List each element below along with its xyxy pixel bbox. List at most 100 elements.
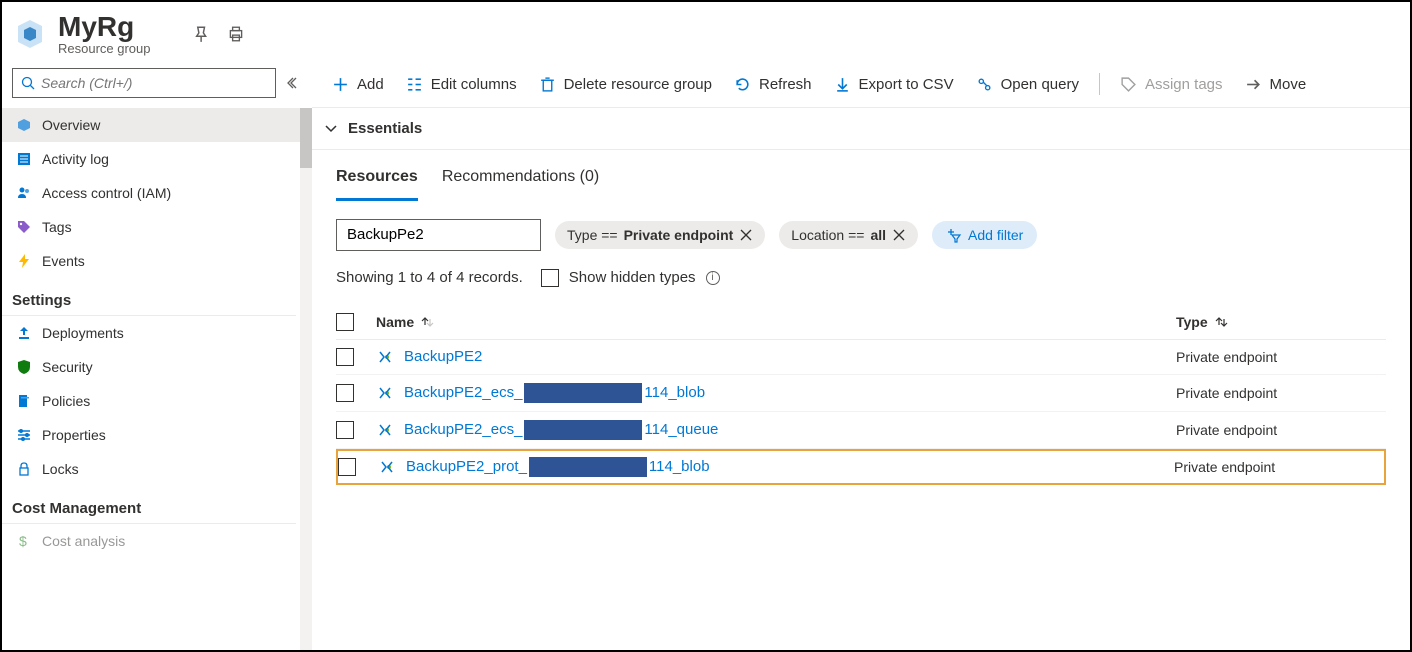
essentials-toggle[interactable]: Essentials [312,108,1410,150]
page-subtitle: Resource group [58,41,151,56]
table-row[interactable]: BackupPE2_ecs_114_queue Private endpoint [336,412,1386,449]
close-icon[interactable] [739,228,753,242]
scrollbar-thumb[interactable] [300,108,312,168]
table-row[interactable]: BackupPE2_ecs_114_blob Private endpoint [336,375,1386,412]
cube-icon [16,117,32,133]
chevron-down-icon [324,121,338,135]
pin-icon[interactable] [191,25,209,43]
svg-text:$: $ [19,533,27,549]
sidebar-section-cost: Cost Management [2,486,296,524]
tab-resources[interactable]: Resources [336,168,418,201]
download-icon [834,76,851,93]
filter-pill-type[interactable]: Type == Private endpoint [555,221,765,249]
sidebar-item-overview[interactable]: Overview [2,108,300,142]
plus-icon [332,76,349,93]
resource-type: Private endpoint [1176,385,1386,401]
refresh-button[interactable]: Refresh [726,72,820,97]
search-icon [21,76,35,90]
sidebar-item-security[interactable]: Security [2,350,300,384]
close-icon[interactable] [892,228,906,242]
resource-group-icon [14,18,46,50]
scrollbar[interactable] [300,108,312,650]
table-header: Name Type [336,305,1386,340]
sidebar-item-tags[interactable]: Tags [2,210,300,244]
assign-tags-button: Assign tags [1112,72,1231,97]
search-input[interactable] [41,75,267,91]
page-title: MyRg [58,12,151,43]
log-icon [16,151,32,167]
table-body: BackupPE2Private endpointBackupPE2_ecs_1… [336,340,1386,485]
filter-pill-location[interactable]: Location == all [779,221,918,249]
sidebar-item-label: Overview [42,117,100,133]
sidebar-item-locks[interactable]: Locks [2,452,300,486]
sidebar-item-policies[interactable]: Policies [2,384,300,418]
sidebar: Overview Activity log Access control (IA… [2,64,312,650]
sliders-icon [16,427,32,443]
arrow-right-icon [1245,76,1262,93]
query-icon [976,76,993,93]
tab-recommendations[interactable]: Recommendations (0) [442,168,599,201]
shield-icon [16,359,32,375]
redacted-segment [529,457,647,477]
add-filter-icon [946,227,962,243]
sidebar-item-label: Security [42,359,93,375]
upload-icon [16,325,32,341]
tabs: Resources Recommendations (0) [312,150,1410,201]
main-content: Add Edit columns Delete resource group R… [312,64,1410,650]
sidebar-item-iam[interactable]: Access control (IAM) [2,176,300,210]
columns-icon [406,76,423,93]
row-checkbox[interactable] [336,348,354,366]
sidebar-item-label: Events [42,253,85,269]
table-row[interactable]: BackupPE2 Private endpoint [336,340,1386,375]
records-row: Showing 1 to 4 of 4 records. Show hidden… [312,251,1410,287]
resource-type: Private endpoint [1176,422,1386,438]
private-endpoint-icon [376,384,394,402]
sidebar-item-label: Tags [42,219,72,235]
resource-link[interactable]: BackupPE2 [404,348,484,365]
sidebar-item-label: Policies [42,393,90,409]
sort-icon [1214,315,1228,329]
sidebar-section-settings: Settings [2,278,296,316]
sidebar-item-label: Deployments [42,325,124,341]
add-filter-button[interactable]: Add filter [932,221,1037,249]
sidebar-item-deployments[interactable]: Deployments [2,316,300,350]
delete-button[interactable]: Delete resource group [531,72,720,97]
filter-input[interactable] [336,219,541,251]
sidebar-search[interactable] [12,68,276,98]
trash-icon [539,76,556,93]
info-icon[interactable]: i [706,271,720,285]
page-header: MyRg Resource group [2,2,1410,64]
select-all-checkbox[interactable] [336,313,354,331]
row-checkbox[interactable] [338,458,356,476]
toolbar: Add Edit columns Delete resource group R… [312,64,1410,108]
sidebar-item-cost-analysis[interactable]: $ Cost analysis [2,524,300,558]
private-endpoint-icon [376,348,394,366]
resource-link[interactable]: BackupPE2_ecs_114_queue [404,420,718,440]
edit-columns-button[interactable]: Edit columns [398,72,525,97]
show-hidden-checkbox[interactable] [541,269,559,287]
resource-link[interactable]: BackupPE2_ecs_114_blob [404,383,705,403]
export-button[interactable]: Export to CSV [826,72,962,97]
tag-icon [1120,76,1137,93]
resource-link[interactable]: BackupPE2_prot_114_blob [406,457,710,477]
iam-icon [16,185,32,201]
sidebar-item-label: Locks [42,461,79,477]
resource-type: Private endpoint [1176,349,1386,365]
column-type[interactable]: Type [1176,314,1386,330]
row-checkbox[interactable] [336,421,354,439]
collapse-sidebar-icon[interactable] [286,75,302,91]
sidebar-item-label: Activity log [42,151,109,167]
column-name[interactable]: Name [376,314,1176,330]
sort-asc-icon [420,315,434,329]
move-button[interactable]: Move [1237,72,1315,97]
row-checkbox[interactable] [336,384,354,402]
sidebar-item-properties[interactable]: Properties [2,418,300,452]
open-query-button[interactable]: Open query [968,72,1087,97]
print-icon[interactable] [227,25,245,43]
sidebar-item-activity-log[interactable]: Activity log [2,142,300,176]
add-button[interactable]: Add [324,72,392,97]
filter-row: Type == Private endpoint Location == all… [312,201,1410,251]
bolt-icon [16,253,32,269]
sidebar-item-events[interactable]: Events [2,244,300,278]
table-row[interactable]: BackupPE2_prot_114_blobPrivate endpoint [336,449,1386,485]
